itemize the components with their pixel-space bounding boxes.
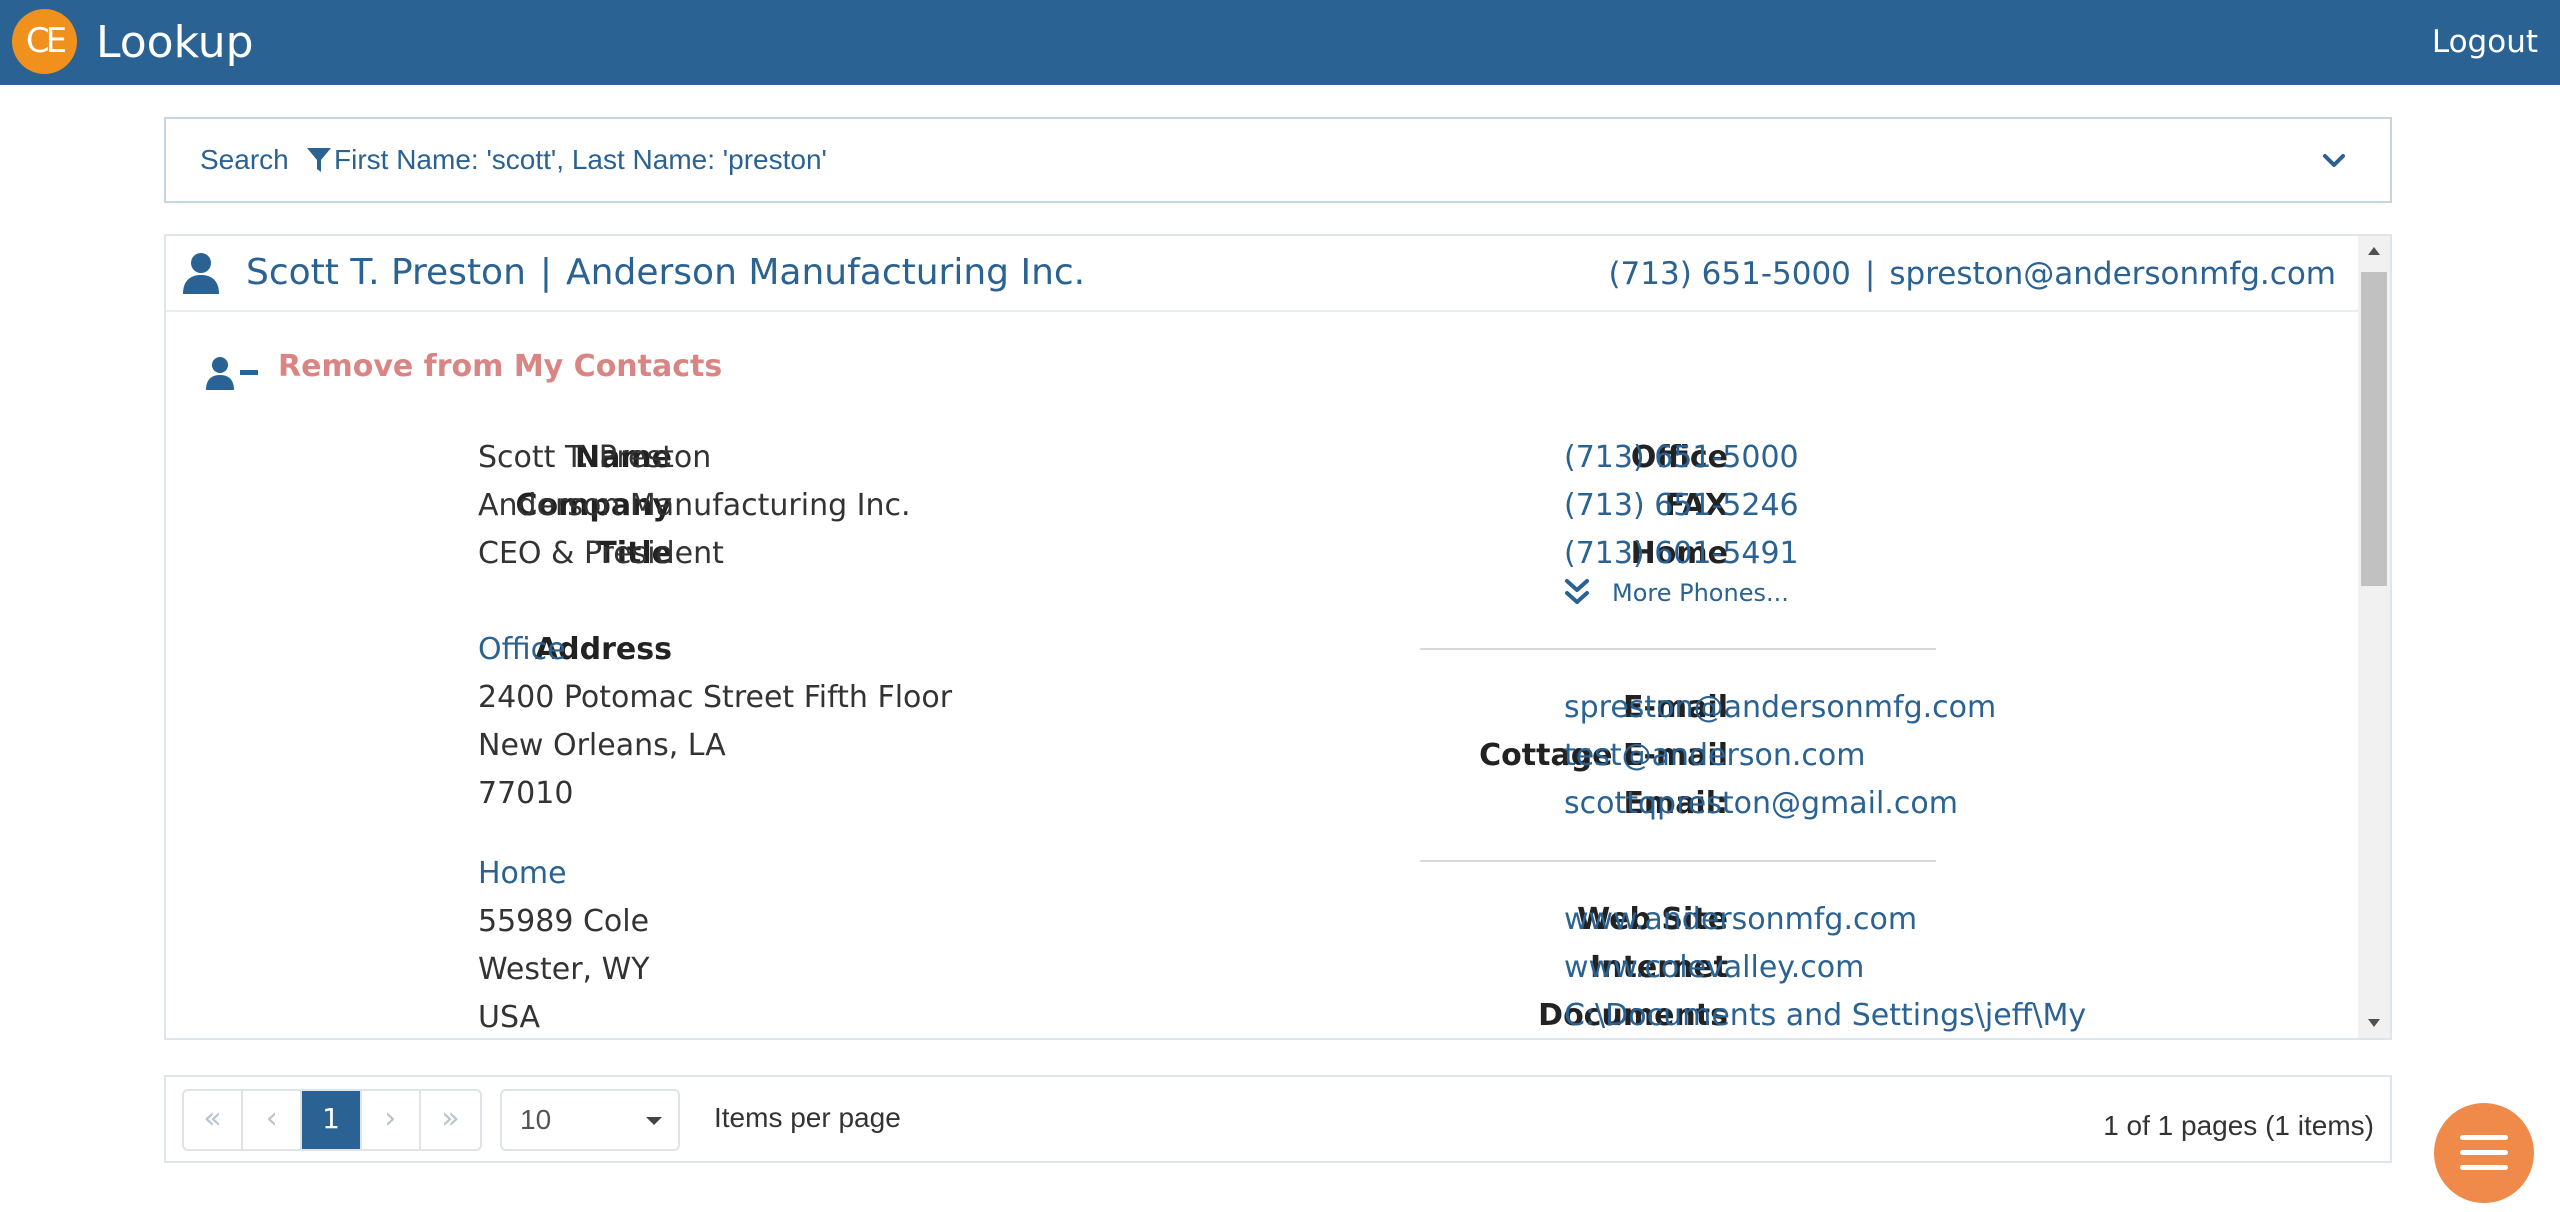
next-page-button[interactable]: › (362, 1091, 421, 1149)
top-bar: CE Lookup Logout (0, 0, 2560, 85)
remove-from-contacts-label[interactable]: Remove from My Contacts (278, 346, 722, 388)
address-type-link[interactable]: Home (478, 854, 567, 894)
address-line: 77010 (478, 776, 574, 811)
company-value: Anderson Manufacturing Inc. (478, 488, 911, 523)
scroll-down-arrow-icon[interactable] (2358, 1008, 2390, 1038)
caret-down-icon (646, 1117, 662, 1125)
app-title: Lookup (96, 17, 254, 68)
contact-card-header[interactable]: Scott T. Preston | Anderson Manufacturing … (166, 236, 2358, 312)
panel-scrollbar[interactable] (2358, 236, 2390, 1038)
filter-icon (307, 148, 331, 172)
hamburger-menu-icon (2460, 1150, 2508, 1155)
items-per-page-label: Items per page (714, 1102, 901, 1133)
first-page-button[interactable]: « (184, 1091, 244, 1149)
last-page-button[interactable]: » (421, 1091, 480, 1149)
contact-panel: Scott T. Preston | Anderson Manufacturing … (164, 234, 2392, 1040)
person-icon (183, 253, 219, 294)
search-filter-text: First Name: 'scott', Last Name: 'preston… (334, 144, 827, 175)
name-value: Scott T. Preston (478, 440, 712, 475)
hamburger-menu-button[interactable] (2434, 1103, 2534, 1203)
section-divider (1420, 648, 1936, 650)
email-link[interactable]: test@anderson.com (1564, 736, 1865, 776)
pager-buttons: « ‹ 1 › » (182, 1089, 482, 1151)
page-size-select[interactable]: 10 (500, 1089, 680, 1151)
email-link[interactable]: scottqpreston@gmail.com (1564, 784, 1958, 824)
address-type-link[interactable]: Office (478, 630, 566, 670)
contact-name: Scott T. Preston (246, 252, 526, 293)
hamburger-menu-icon (2460, 1165, 2508, 1170)
contact-header-info: (713) 651-5000 | spreston@andersonmfg.com (1608, 254, 2336, 294)
scroll-thumb[interactable] (2361, 272, 2387, 586)
double-chevron-down-icon (1565, 579, 1589, 604)
previous-page-button[interactable]: ‹ (243, 1091, 303, 1149)
email-link[interactable]: spreston@andersonmfg.com (1564, 688, 1996, 728)
header-separator: | (539, 252, 553, 293)
phone-link[interactable]: (713) 601-5491 (1564, 534, 1799, 574)
address-line: 55989 Cole (478, 904, 650, 939)
hamburger-menu-icon (2460, 1135, 2508, 1140)
address-line: New Orleans, LA (478, 728, 726, 763)
more-phones-label[interactable]: More Phones... (1612, 576, 1789, 610)
header-separator: | (1864, 256, 1876, 292)
chevron-down-icon[interactable] (2322, 153, 2346, 169)
header-phone-link[interactable]: (713) 651-5000 (1608, 256, 1850, 292)
website-link[interactable]: www.andersonmfg.com (1564, 900, 1917, 940)
contact-header-name: Scott T. Preston | Anderson Manufacturing … (246, 250, 1085, 296)
internet-link[interactable]: www.colevalley.com (1564, 948, 1864, 988)
header-email-link[interactable]: spreston@andersonmfg.com (1889, 256, 2336, 292)
section-divider (1420, 860, 1936, 862)
address-line: USA (478, 1000, 541, 1035)
scroll-up-arrow-icon[interactable] (2358, 236, 2390, 266)
contact-company: Anderson Manufacturing Inc. (566, 252, 1086, 293)
address-line: 2400 Potomac Street Fifth Floor (478, 680, 953, 715)
search-label: Search (200, 144, 289, 175)
address-line: Wester, WY (478, 952, 650, 987)
phone-link[interactable]: (713) 651-5000 (1564, 438, 1799, 478)
pager: « ‹ 1 › » 10 Items per page 1 of 1 pages… (164, 1075, 2392, 1163)
app-logo: CE (12, 9, 77, 74)
search-bar[interactable]: Search First Name: 'scott', Last Name: '… (164, 117, 2392, 203)
remove-user-icon (206, 357, 258, 390)
title-value: CEO & President (478, 536, 724, 571)
logout-link[interactable]: Logout (2432, 22, 2538, 62)
documents-link[interactable]: C:\Documents and Settings\jeff\My (1564, 996, 2086, 1036)
pager-info: 1 of 1 pages (1 items) (2103, 1110, 2374, 1141)
page-size-value: 10 (520, 1104, 552, 1135)
current-page-button[interactable]: 1 (302, 1091, 362, 1149)
phone-link[interactable]: (713) 651-5246 (1564, 486, 1799, 526)
